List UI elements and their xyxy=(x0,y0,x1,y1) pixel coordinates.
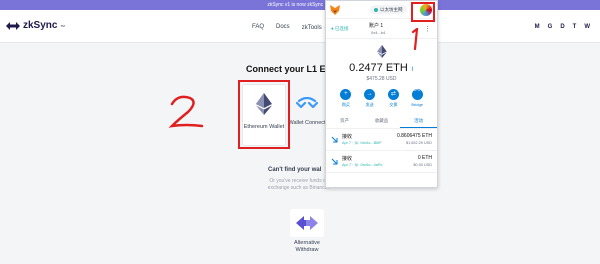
plus-icon: + xyxy=(340,89,352,100)
annotation-step-1 xyxy=(411,28,419,50)
account-address[interactable]: 0x4...b4 xyxy=(371,30,385,35)
more-options-icon[interactable]: ⋮ xyxy=(424,25,431,33)
connected-status-label: 已连接 xyxy=(334,26,349,31)
bridge-icon: ⌒ xyxy=(411,89,423,100)
transaction-usd: $0.00 USD xyxy=(413,163,432,167)
alternative-withdraw-icon xyxy=(296,216,318,230)
wallet-actions: + 购买 → 发送 ⇄ 交换 ⌒ Bridge xyxy=(326,89,437,108)
twitter-icon[interactable]: W xyxy=(584,24,590,30)
network-selector[interactable]: 以太坊主网 xyxy=(370,5,407,14)
network-name: 以太坊主网 xyxy=(380,7,403,12)
annotation-step-2 xyxy=(168,95,204,128)
transaction-date: Apr 7 · 从: 0xd4c...B6fF xyxy=(342,141,382,145)
connected-status[interactable]: ● 已连接 xyxy=(331,26,348,32)
wallet-connect-button[interactable]: Wallet Connect xyxy=(288,84,326,146)
eth-balance-icon xyxy=(376,45,387,58)
send-button[interactable]: → 发送 xyxy=(360,89,380,108)
arrow-right-icon: → xyxy=(364,89,376,100)
receive-icon xyxy=(331,136,338,143)
buy-button[interactable]: + 购买 xyxy=(336,89,356,108)
transaction-title: 接收 xyxy=(342,134,353,140)
nav-link-docs[interactable]: Docs xyxy=(276,24,290,31)
transaction-usd: $1,652.29 USD xyxy=(406,141,432,145)
tab-assets[interactable]: 资产 xyxy=(326,115,363,128)
swap-icon: ⇄ xyxy=(387,89,399,100)
social-links: M G D T W xyxy=(535,24,590,30)
brand-name: zkSync xyxy=(23,20,58,31)
chart-icon[interactable]: ⌇ xyxy=(411,67,414,73)
buy-label: 购买 xyxy=(341,102,350,107)
zksync-logo[interactable]: zkSync TM xyxy=(6,20,65,31)
usd-balance: $475.28 USD xyxy=(366,76,397,82)
transaction-amount: 0.8606475 ETH xyxy=(396,133,432,139)
nav-link-faq[interactable]: FAQ xyxy=(252,24,264,31)
zksync-logo-icon xyxy=(6,21,20,30)
alternative-withdraw-button[interactable] xyxy=(290,209,324,237)
announcement-banner[interactable]: zkSync v1 is now zkSync Lite xyxy=(0,0,600,10)
medium-icon[interactable]: M xyxy=(535,24,540,30)
eth-balance: 0.2477 ETH ⌇ xyxy=(326,62,437,74)
tab-collectibles[interactable]: 收藏品 xyxy=(363,115,400,128)
wallet-connect-label: Wallet Connect xyxy=(288,120,326,126)
transaction-item[interactable]: 接收 Apr 7 · 从: 0xd4c...B6fF 0.8606475 ETH… xyxy=(326,129,437,151)
metamask-fox-icon xyxy=(330,4,340,15)
eth-balance-value: 0.2477 ETH xyxy=(349,62,408,74)
alternative-withdraw-label: Alternative Withdraw xyxy=(294,240,320,253)
receive-icon xyxy=(331,158,338,165)
transaction-title: 接收 xyxy=(342,156,353,162)
bridge-button[interactable]: ⌒ Bridge xyxy=(407,89,427,108)
discord-icon[interactable]: D xyxy=(560,24,564,30)
top-navbar: zkSync TM FAQ Docs zkTools ⌄ M G D T W xyxy=(0,10,600,43)
telegram-icon[interactable]: T xyxy=(573,24,577,30)
swap-label: 交换 xyxy=(389,102,398,107)
swap-button[interactable]: ⇄ 交换 xyxy=(383,89,403,108)
transaction-date: Apr 7 · 从: 0xd4c...4aFb xyxy=(342,163,383,167)
brand-trademark: TM xyxy=(60,23,65,28)
bridge-label: Bridge xyxy=(411,102,423,107)
cant-find-wallet-heading: Can't find your wal xyxy=(268,167,322,173)
annotation-box-ethereum-wallet xyxy=(238,80,290,149)
nav-link-zktools-label: zkTools xyxy=(301,25,322,31)
annotation-box-avatar xyxy=(411,2,435,22)
walletconnect-icon xyxy=(295,96,319,109)
send-label: 发送 xyxy=(365,102,374,107)
account-name[interactable]: 账户 1 xyxy=(369,22,383,29)
transaction-item[interactable]: 接收 Apr 7 · 从: 0xd4c...4aFb 0 ETH $0.00 U… xyxy=(326,151,437,173)
github-icon[interactable]: G xyxy=(548,24,553,30)
nav-links: FAQ Docs zkTools ⌄ xyxy=(252,24,328,31)
tab-activity[interactable]: 活动 xyxy=(400,115,437,128)
network-status-dot xyxy=(374,7,378,12)
wallet-tabs: 资产 收藏品 活动 xyxy=(326,115,437,129)
transaction-amount: 0 ETH xyxy=(417,155,432,161)
